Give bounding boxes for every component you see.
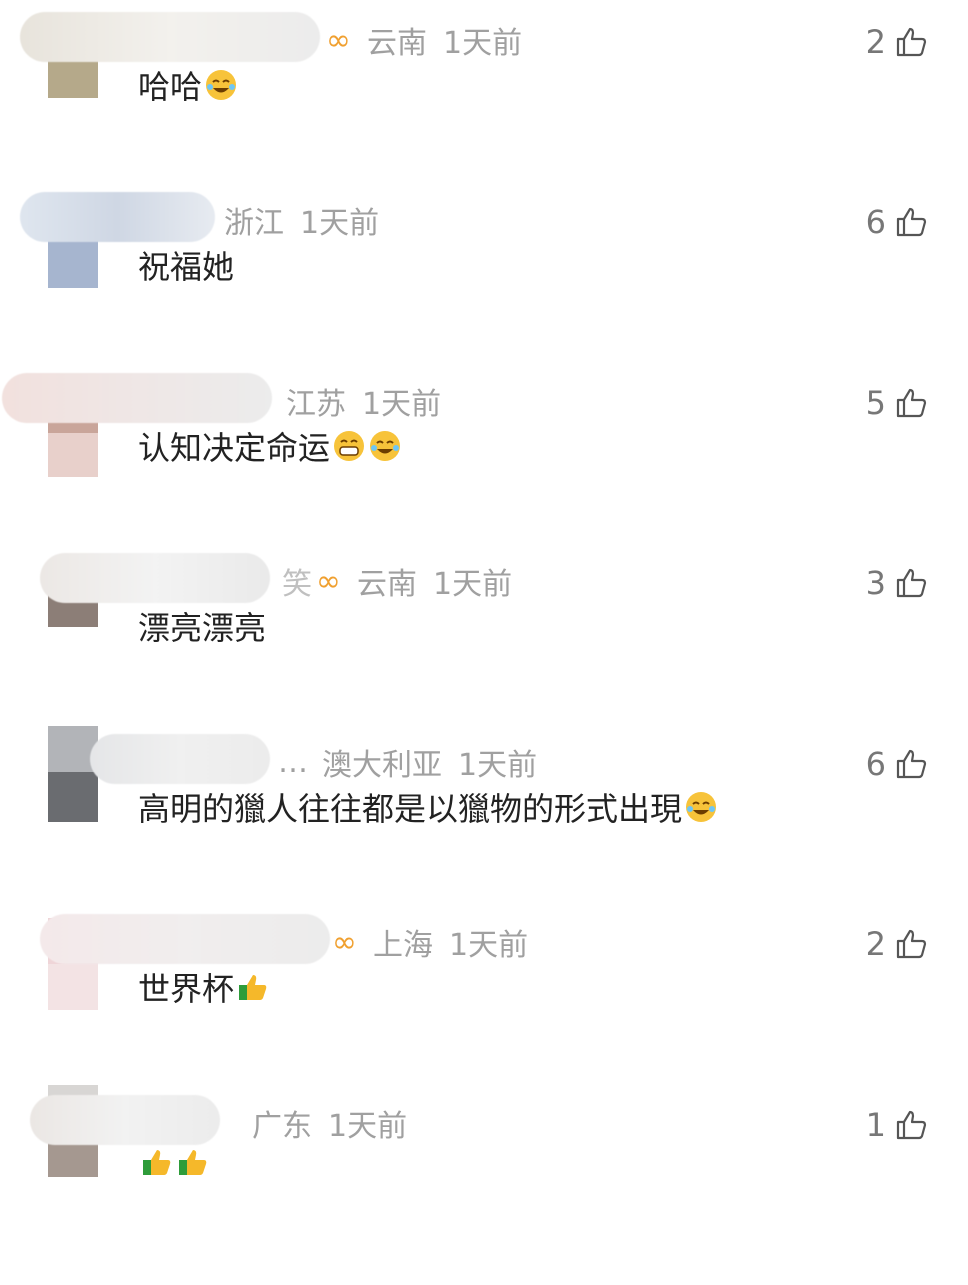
timestamp: 1天前 bbox=[300, 206, 380, 241]
comment-meta: 江苏 1天前 bbox=[286, 381, 457, 422]
comment-text: 哈哈 bbox=[138, 62, 238, 108]
comment-meta: 浙江 1天前 bbox=[224, 200, 395, 241]
username-fragment: … bbox=[278, 744, 308, 780]
timestamp: 1天前 bbox=[458, 748, 538, 783]
redacted-username bbox=[2, 373, 272, 423]
laugh-cry-emoji-icon bbox=[370, 431, 401, 461]
redacted-username bbox=[30, 1095, 220, 1145]
like-count: 5 bbox=[865, 384, 886, 422]
redacted-username bbox=[20, 12, 320, 62]
location: 广东 bbox=[252, 1109, 312, 1144]
fan-badge-icon: ∞ bbox=[326, 22, 351, 58]
comment-text-content: 祝福她 bbox=[138, 248, 235, 286]
comment-item: ∞ 上海 1天前 世界杯 2 bbox=[0, 914, 968, 1104]
like-count: 6 bbox=[865, 203, 886, 241]
comment-text: 世界杯 bbox=[138, 964, 270, 1010]
like-button[interactable]: 2 bbox=[866, 924, 928, 964]
like-count: 2 bbox=[865, 23, 886, 61]
thumbs-up-icon bbox=[896, 1110, 927, 1140]
location: 云南 bbox=[367, 26, 427, 61]
timestamp: 1天前 bbox=[433, 567, 513, 602]
thumbs-up-icon bbox=[896, 207, 927, 237]
like-count: 6 bbox=[865, 745, 886, 783]
redacted-username bbox=[20, 192, 215, 242]
like-button[interactable]: 3 bbox=[866, 563, 928, 603]
comment-meta: ∞ 上海 1天前 bbox=[332, 922, 544, 964]
thumbs-up-emoji-icon bbox=[239, 975, 267, 1000]
location: 江苏 bbox=[286, 387, 346, 422]
like-count: 1 bbox=[865, 1106, 886, 1144]
timestamp: 1天前 bbox=[328, 1109, 408, 1144]
grin-emoji-icon bbox=[334, 431, 365, 461]
comment-meta: ∞ 云南 1天前 bbox=[326, 20, 538, 62]
thumbs-up-emoji-icon bbox=[143, 1150, 171, 1175]
comment-meta: … 澳大利亚 1天前 bbox=[278, 742, 553, 784]
comment-meta: 广东 1天前 bbox=[252, 1103, 423, 1144]
timestamp: 1天前 bbox=[449, 928, 529, 963]
timestamp: 1天前 bbox=[362, 387, 442, 422]
comment-text-content: 哈哈 bbox=[138, 68, 203, 106]
like-button[interactable]: 6 bbox=[866, 202, 928, 242]
comment-item: 广东 1天前 1 bbox=[0, 1085, 968, 1285]
thumbs-up-icon bbox=[896, 929, 927, 959]
location: 浙江 bbox=[224, 206, 284, 241]
thumbs-up-icon bbox=[896, 388, 927, 418]
thumbs-up-icon bbox=[896, 568, 927, 598]
fan-badge-icon: ∞ bbox=[316, 563, 341, 599]
comment-text: 认知决定命运 bbox=[138, 423, 402, 469]
laugh-cry-emoji-icon bbox=[686, 792, 717, 822]
like-count: 3 bbox=[865, 564, 886, 602]
comment-text: 高明的獵人往往都是以獵物的形式出現 bbox=[138, 784, 718, 830]
like-count: 2 bbox=[865, 925, 886, 963]
redacted-username bbox=[40, 914, 330, 964]
comment-text-content: 漂亮漂亮 bbox=[138, 609, 267, 647]
like-button[interactable]: 6 bbox=[866, 744, 928, 784]
comment-item: 笑 ∞ 云南 1天前 漂亮漂亮 3 bbox=[0, 553, 968, 743]
comment-text: 漂亮漂亮 bbox=[138, 603, 266, 649]
comment-meta: 笑 ∞ 云南 1天前 bbox=[282, 561, 528, 603]
comment-text bbox=[138, 1145, 210, 1179]
location: 云南 bbox=[357, 567, 417, 602]
fan-badge-icon: ∞ bbox=[332, 924, 357, 960]
comment-item: … 澳大利亚 1天前 高明的獵人往往都是以獵物的形式出現 6 bbox=[0, 726, 968, 924]
like-button[interactable]: 1 bbox=[866, 1105, 928, 1145]
location: 上海 bbox=[373, 928, 433, 963]
location: 澳大利亚 bbox=[322, 748, 442, 783]
comment-item: ∞ 云南 1天前 哈哈 2 bbox=[0, 12, 968, 202]
timestamp: 1天前 bbox=[443, 26, 523, 61]
comment-text: 祝福她 bbox=[138, 242, 234, 288]
thumbs-up-icon bbox=[896, 27, 927, 57]
comment-text-content: 认知决定命运 bbox=[138, 429, 331, 467]
username-fragment: 笑 bbox=[282, 567, 312, 602]
comment-text-content: 世界杯 bbox=[138, 970, 235, 1008]
redacted-username bbox=[40, 553, 270, 603]
comment-item: 江苏 1天前 认知决定命运 5 bbox=[0, 373, 968, 563]
redacted-username bbox=[90, 734, 270, 784]
like-button[interactable]: 5 bbox=[866, 383, 928, 423]
thumbs-up-emoji-icon bbox=[179, 1150, 207, 1175]
comment-text-content: 高明的獵人往往都是以獵物的形式出現 bbox=[138, 790, 683, 828]
like-button[interactable]: 2 bbox=[866, 22, 928, 62]
laugh-cry-emoji-icon bbox=[206, 70, 237, 100]
comment-item: 浙江 1天前 祝福她 6 bbox=[0, 192, 968, 382]
thumbs-up-icon bbox=[896, 749, 927, 779]
